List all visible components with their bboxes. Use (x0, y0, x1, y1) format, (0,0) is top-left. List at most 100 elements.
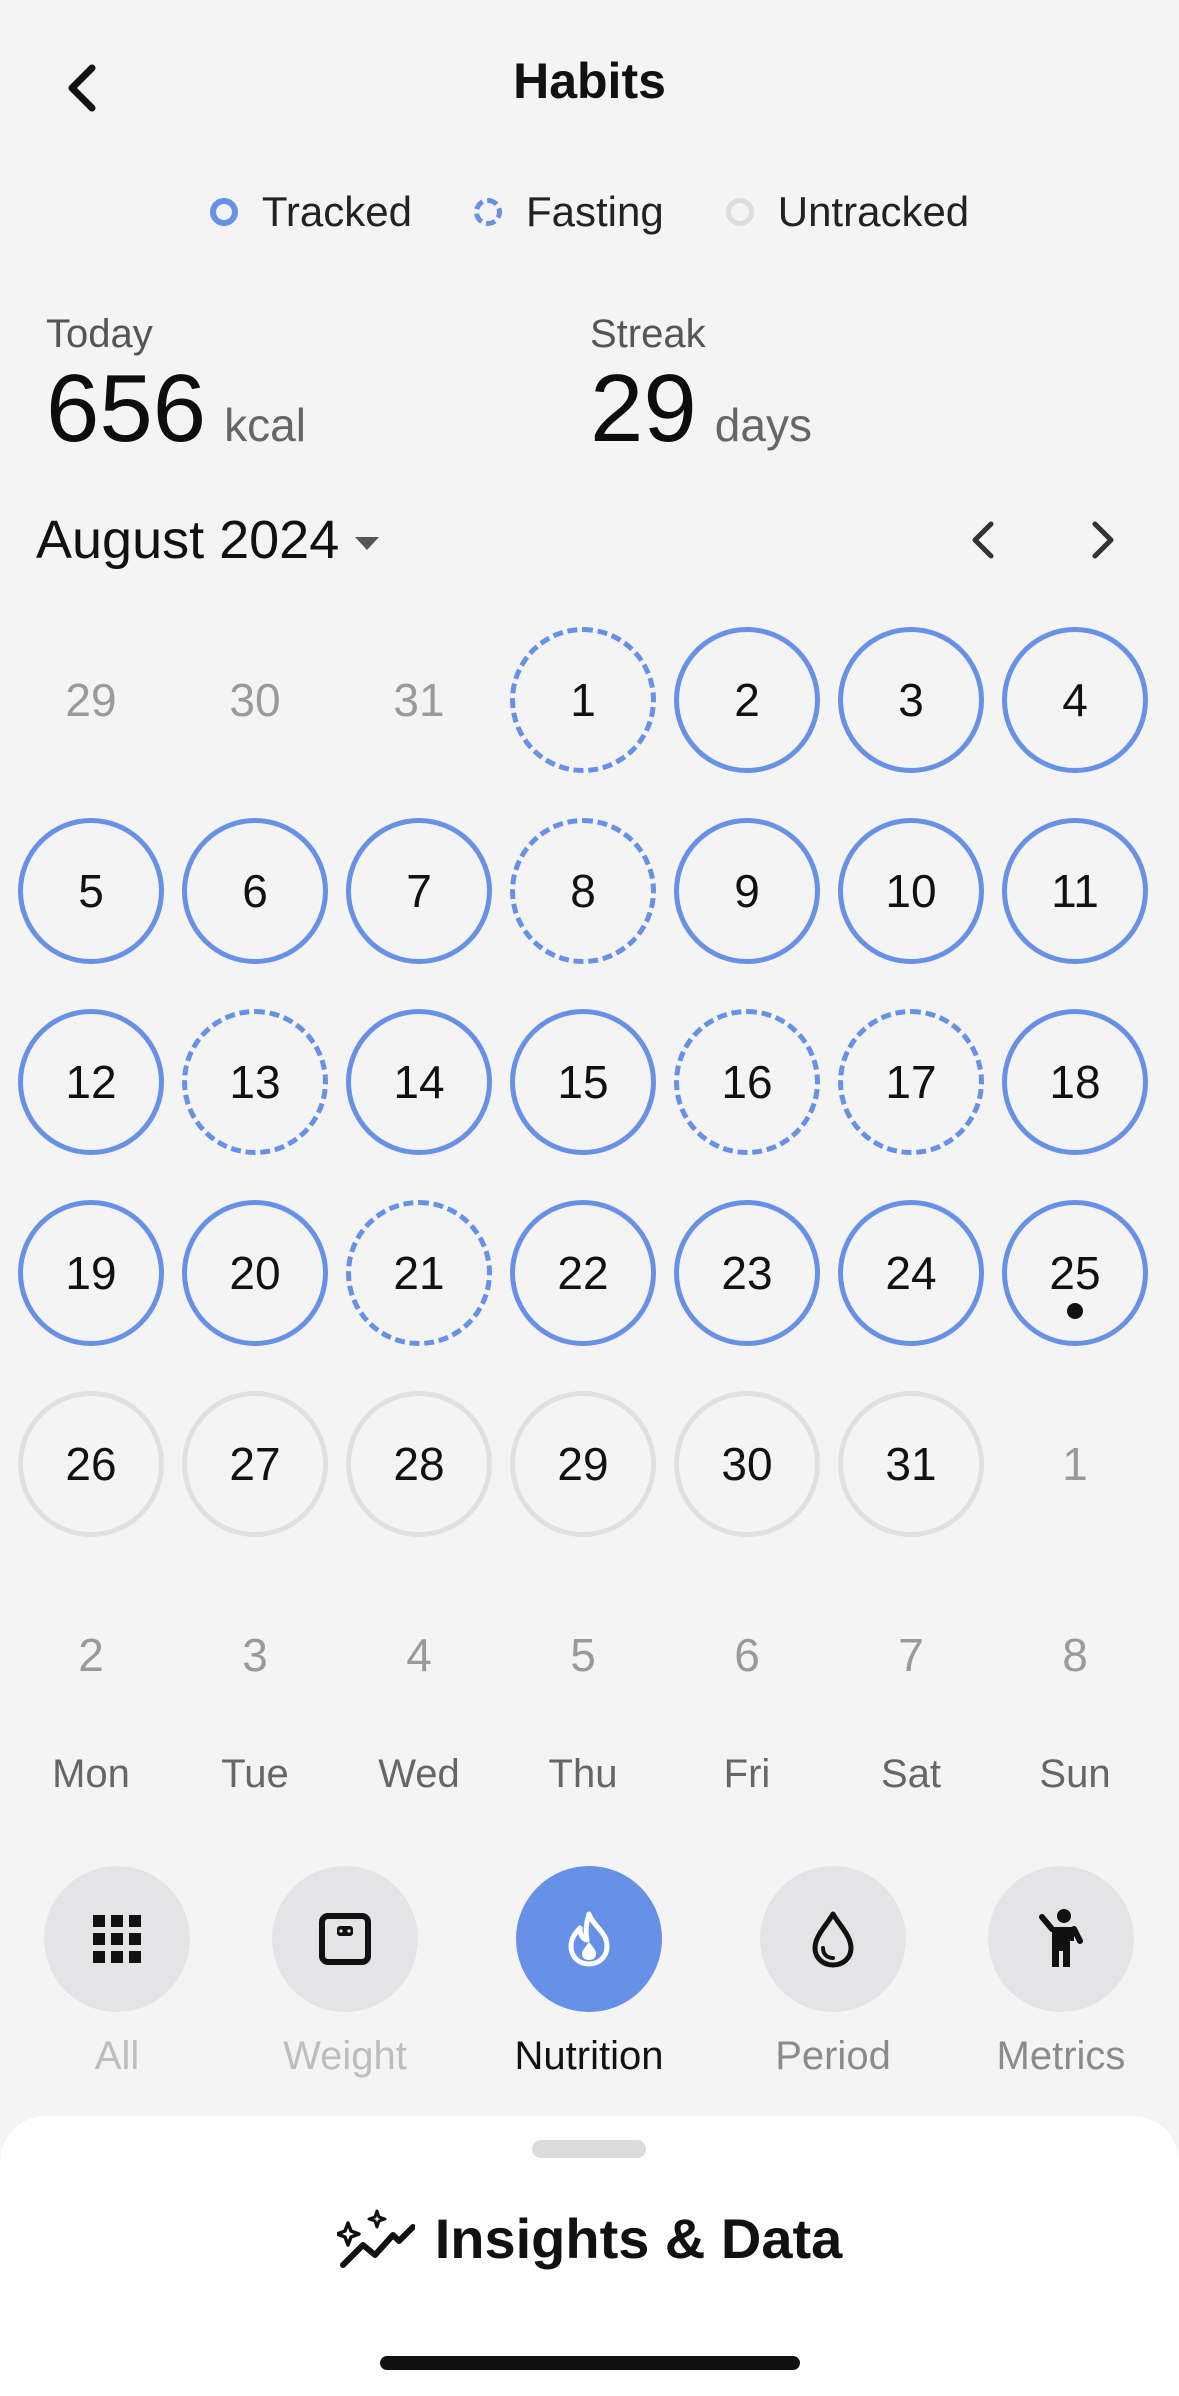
calendar-day[interactable]: 6 (182, 818, 328, 964)
calendar-day[interactable]: 7 (346, 818, 492, 964)
insights-sheet[interactable]: Insights & Data (0, 2116, 1179, 2396)
calendar-day-number: 29 (557, 1438, 609, 1490)
calendar-day[interactable]: 12 (18, 1009, 164, 1155)
calendar-day[interactable]: 30 (182, 627, 328, 773)
calendar-day[interactable]: 5 (18, 818, 164, 964)
legend-tracked: Tracked (209, 188, 412, 236)
month-label: August 2024 (36, 510, 340, 570)
calendar-day[interactable]: 31 (838, 1391, 984, 1537)
header: Habits (0, 0, 1179, 170)
legend-tracked-label: Tracked (261, 188, 412, 235)
legend-fasting: Fasting (474, 188, 664, 236)
today-dot-icon (1067, 1303, 1083, 1319)
calendar-day-number: 31 (885, 1438, 937, 1490)
home-indicator[interactable] (380, 2356, 800, 2370)
calendar-day[interactable]: 20 (182, 1200, 328, 1346)
calendar-day[interactable]: 9 (674, 818, 820, 964)
next-month-button[interactable] (1073, 510, 1133, 570)
calendar-day[interactable]: 27 (182, 1391, 328, 1537)
calendar-day[interactable]: 10 (838, 818, 984, 964)
month-selector[interactable]: August 2024 (36, 509, 380, 571)
untracked-ring-icon (725, 198, 754, 226)
tab-metrics[interactable]: Metrics (971, 1866, 1151, 2079)
calendar-day[interactable]: 24 (838, 1200, 984, 1346)
flame-icon (568, 1911, 610, 1967)
calendar-day[interactable]: 16 (674, 1009, 820, 1155)
weekday-label: Thu (548, 1752, 618, 1796)
calendar-day[interactable]: 23 (674, 1200, 820, 1346)
tab-nutrition-label: Nutrition (514, 2034, 664, 2078)
calendar-day-number: 17 (885, 1056, 937, 1108)
calendar-day-number: 4 (406, 1629, 432, 1681)
calendar-day-number: 29 (65, 674, 117, 726)
calendar-day[interactable]: 1 (510, 627, 656, 773)
calendar-day-number: 13 (229, 1056, 281, 1108)
calendar-day[interactable]: 7 (838, 1582, 984, 1728)
calendar-day[interactable]: 30 (674, 1391, 820, 1537)
calendar-day[interactable]: 5 (510, 1582, 656, 1728)
calendar-day[interactable]: 2 (18, 1582, 164, 1728)
calendar-day-number: 16 (721, 1056, 773, 1108)
calendar-day[interactable]: 13 (182, 1009, 328, 1155)
tab-weight-label: Weight (283, 2034, 407, 2078)
calendar-day-number: 28 (393, 1438, 445, 1490)
calendar-day[interactable]: 19 (18, 1200, 164, 1346)
prev-month-button[interactable] (953, 510, 1013, 570)
calendar-day[interactable]: 3 (182, 1582, 328, 1728)
calendar-day-number: 26 (65, 1438, 117, 1490)
calendar-day-number: 24 (885, 1247, 937, 1299)
calendar-day[interactable]: 4 (346, 1582, 492, 1728)
calendar-day[interactable]: 8 (510, 818, 656, 964)
calendar-day-number: 10 (885, 865, 937, 917)
calendar-day-number: 22 (557, 1247, 609, 1299)
grid-icon (93, 1915, 141, 1963)
legend-untracked-label: Untracked (777, 188, 970, 235)
chevron-left-icon (972, 521, 994, 559)
tab-all-label: All (94, 2034, 140, 2078)
tab-period[interactable]: Period (743, 1866, 923, 2079)
today-value: 656 (46, 355, 207, 462)
today-stat: Today 656 kcal (46, 312, 306, 459)
calendar-day-number: 11 (1051, 865, 1099, 917)
calendar-day[interactable]: 17 (838, 1009, 984, 1155)
calendar-day-number: 1 (1062, 1438, 1088, 1490)
calendar-day[interactable]: 26 (18, 1391, 164, 1537)
calendar-day[interactable]: 21 (346, 1200, 492, 1346)
calendar-day[interactable]: 18 (1002, 1009, 1148, 1155)
calendar-day-number: 12 (65, 1056, 117, 1108)
sparkle-chart-icon (336, 2209, 415, 2268)
calendar-day[interactable]: 4 (1002, 627, 1148, 773)
insights-title-row[interactable]: Insights & Data (0, 2206, 1179, 2271)
calendar-day-number: 9 (734, 865, 760, 917)
calendar-day[interactable]: 6 (674, 1582, 820, 1728)
calendar-day-number: 3 (898, 674, 924, 726)
calendar-day[interactable]: 1 (1002, 1391, 1148, 1537)
calendar-day[interactable]: 2 (674, 627, 820, 773)
calendar-day[interactable]: 3 (838, 627, 984, 773)
calendar-day[interactable]: 28 (346, 1391, 492, 1537)
calendar-day[interactable]: 29 (510, 1391, 656, 1537)
calendar-day-number: 23 (721, 1247, 773, 1299)
weekday-label: Fri (723, 1752, 771, 1796)
tab-all[interactable]: All (27, 1866, 207, 2079)
calendar-day-today[interactable]: 25 (1002, 1200, 1148, 1346)
insights-title: Insights & Data (434, 2207, 843, 2270)
calendar-day[interactable]: 8 (1002, 1582, 1148, 1728)
calendar-day[interactable]: 31 (346, 627, 492, 773)
weekday-label: Sat (880, 1752, 942, 1796)
calendar-day[interactable]: 22 (510, 1200, 656, 1346)
calendar-day[interactable]: 29 (18, 627, 164, 773)
page-title: Habits (513, 53, 666, 109)
calendar-day-number: 5 (78, 865, 104, 917)
calendar-day-number: 31 (393, 674, 445, 726)
calendar-day[interactable]: 14 (346, 1009, 492, 1155)
calendar-day-number: 19 (65, 1247, 117, 1299)
month-row: August 2024 (36, 505, 1143, 575)
person-icon (1039, 1909, 1083, 1967)
sheet-handle[interactable] (532, 2140, 646, 2158)
calendar-day[interactable]: 11 (1002, 818, 1148, 964)
calendar-day[interactable]: 15 (510, 1009, 656, 1155)
tab-nutrition[interactable]: Nutrition (499, 1866, 679, 2079)
tab-weight[interactable]: Weight (255, 1866, 435, 2079)
weekday-label: Mon (52, 1752, 130, 1796)
